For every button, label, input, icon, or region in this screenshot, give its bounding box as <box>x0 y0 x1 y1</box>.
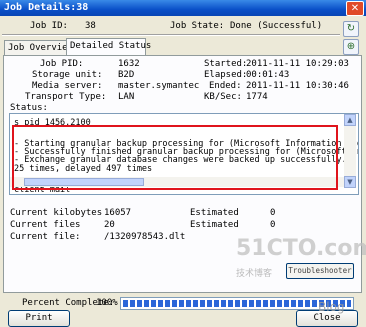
refresh-icon[interactable]: ↻ <box>343 21 359 37</box>
status-vertical-scrollbar[interactable]: ▲ ▼ <box>344 114 356 188</box>
current-file-label: Current file: <box>10 232 81 242</box>
progress-fill <box>123 300 351 307</box>
tab-job-overview[interactable]: Job Overview <box>4 40 73 55</box>
print-button[interactable]: Print <box>8 310 70 327</box>
estimated-value: 0 <box>270 220 276 230</box>
job-pid-value: 1632 <box>118 59 140 69</box>
percent-complete-value: 100% <box>96 298 118 308</box>
navigate-icon[interactable]: ⊕ <box>343 39 359 55</box>
job-state-value: Done (Successful) <box>230 21 323 31</box>
watermark-subtitle: 技术博客 <box>236 269 273 279</box>
estimated-label: Estimated <box>190 220 239 230</box>
job-pid-label: Job PID: <box>40 59 84 69</box>
close-window-icon[interactable]: ✕ <box>346 1 364 16</box>
highlight-annotation <box>12 125 338 190</box>
job-id-value: 38 <box>85 21 96 31</box>
elapsed-label: Elapsed: <box>204 70 248 80</box>
estimated-value: 0 <box>270 208 276 218</box>
ended-value: 2011-11-11 10:30:46 <box>246 81 349 91</box>
window-title: Job Details:38 <box>4 2 89 13</box>
transport-type-label: Transport Type: <box>25 92 107 102</box>
storage-unit-label: Storage unit: <box>32 70 103 80</box>
job-state-label: Job State: <box>170 21 225 31</box>
ended-label: Ended: <box>209 81 242 91</box>
storage-unit-value: B2D <box>118 70 135 80</box>
kbsec-label: KB/Sec: <box>204 92 242 102</box>
current-file-value: /1320978543.dlt <box>104 232 186 242</box>
media-server-label: Media server: <box>32 81 103 91</box>
started-label: Started: <box>204 59 248 69</box>
job-id-label: Job ID: <box>30 21 68 31</box>
scroll-down-icon[interactable]: ▼ <box>344 176 356 188</box>
kbsec-value: 1774 <box>246 92 268 102</box>
scroll-up-icon[interactable]: ▲ <box>344 114 356 126</box>
media-server-value: master.symantec <box>118 81 200 91</box>
current-files-label: Current files <box>10 220 81 230</box>
elapsed-value: 00:01:43 <box>246 70 290 80</box>
current-kilobytes-label: Current kilobytes <box>10 208 103 218</box>
started-value: 2011-11-11 10:29:03 <box>246 59 349 69</box>
title-bar[interactable]: Job Details:38 ✕ <box>0 0 366 16</box>
status-label: Status: <box>10 103 48 113</box>
watermark-blog: Blog <box>318 300 345 314</box>
transport-type-value: LAN <box>118 92 135 102</box>
current-kilobytes-value: 16057 <box>104 208 132 218</box>
watermark-brand: 51CTO.com <box>236 236 366 261</box>
estimated-label: Estimated <box>190 208 239 218</box>
tab-detailed-status[interactable]: Detailed Status <box>66 38 151 55</box>
troubleshooter-button[interactable]: Troubleshooter <box>286 263 354 279</box>
header-divider <box>2 34 340 36</box>
job-details-window: Job Details:38 ✕ Job ID: 38 Job State: D… <box>0 0 366 327</box>
current-files-value: 20 <box>104 220 115 230</box>
